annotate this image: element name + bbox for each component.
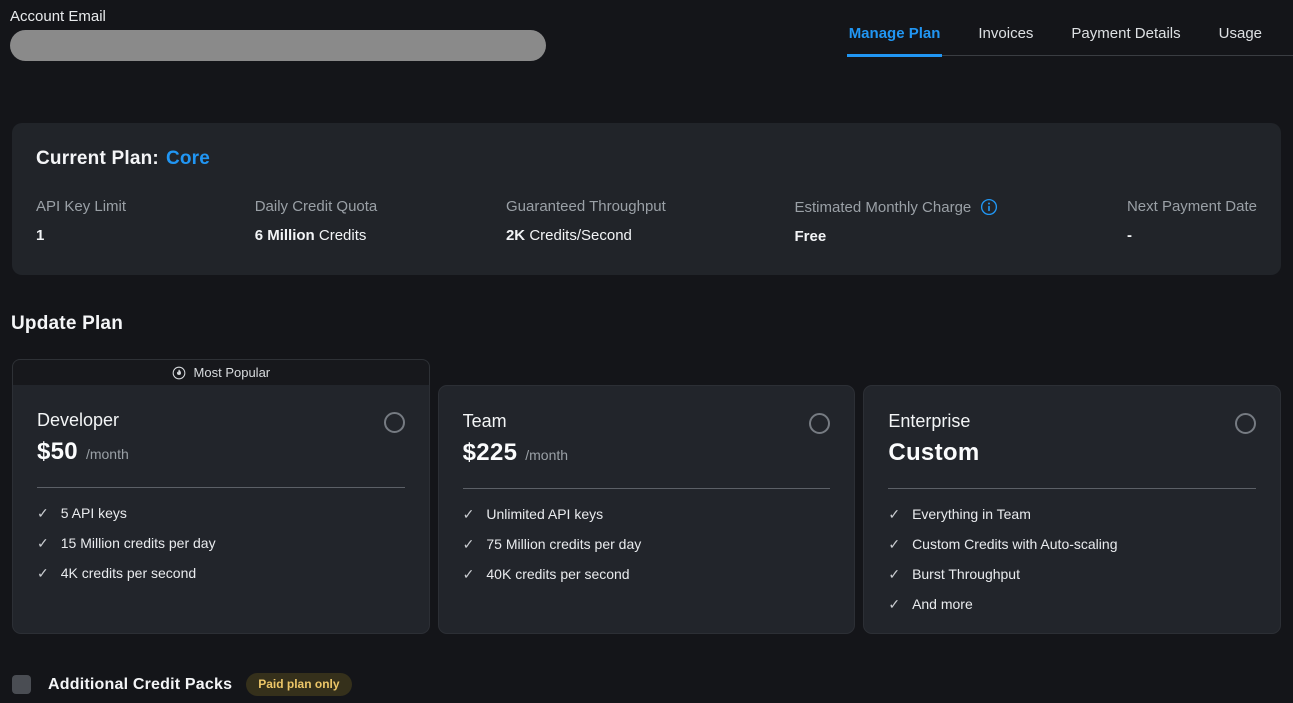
check-icon: ✓ (37, 536, 49, 550)
check-icon: ✓ (37, 566, 49, 580)
check-icon: ✓ (888, 567, 900, 581)
stat-estimated-monthly-charge: Estimated Monthly Charge Free (795, 198, 999, 245)
current-plan-heading: Current Plan: Core (36, 148, 1257, 170)
plan-card-enterprise-body[interactable]: Enterprise Custom ✓Everything in Team ✓C… (863, 385, 1281, 634)
top-bar: Account Email Manage Plan Invoices Payme… (0, 0, 1293, 61)
stat-value: 6 Million (255, 227, 315, 244)
plan-name: Enterprise (888, 411, 987, 432)
plan-radio-developer[interactable] (384, 412, 405, 433)
current-plan-title: Current Plan: (36, 148, 159, 169)
stat-label: API Key Limit (36, 198, 126, 215)
plan-period: /month (525, 447, 568, 463)
feature-item: ✓15 Million credits per day (37, 535, 405, 551)
check-icon: ✓ (463, 537, 475, 551)
check-icon: ✓ (37, 506, 49, 520)
plan-features: ✓Everything in Team ✓Custom Credits with… (888, 506, 1256, 612)
account-email-value-redacted (10, 30, 546, 61)
plan-card-team-body[interactable]: Team $225 /month ✓Unlimited API keys ✓75… (438, 385, 856, 634)
divider (888, 488, 1256, 489)
plan-features: ✓5 API keys ✓15 Million credits per day … (37, 505, 405, 581)
current-plan-stats: API Key Limit 1 Daily Credit Quota 6 Mil… (36, 198, 1257, 245)
plan-card-developer-body[interactable]: Developer $50 /month ✓5 API keys ✓15 Mil… (12, 385, 430, 634)
feature-item: ✓75 Million credits per day (463, 536, 831, 552)
plan-price: $50 (37, 438, 78, 466)
stat-value: 2K (506, 227, 525, 244)
credit-packs-checkbox[interactable] (12, 675, 31, 694)
plan-price: Custom (888, 439, 979, 467)
plan-period: /month (86, 446, 129, 462)
plan-cards-row: Most Popular Developer $50 /month ✓5 API… (12, 359, 1281, 634)
check-icon: ✓ (463, 567, 475, 581)
flame-badge-icon (172, 366, 186, 380)
plan-radio-team[interactable] (809, 413, 830, 434)
additional-credit-packs-row: Additional Credit Packs Paid plan only (12, 673, 1293, 696)
stat-daily-credit-quota: Daily Credit Quota 6 Million Credits (255, 198, 378, 245)
stat-label: Estimated Monthly Charge (795, 199, 972, 216)
check-icon: ✓ (888, 507, 900, 521)
credit-packs-label: Additional Credit Packs (48, 676, 232, 694)
tab-usage[interactable]: Usage (1217, 25, 1264, 55)
divider (463, 488, 831, 489)
stat-label: Guaranteed Throughput (506, 198, 666, 215)
plan-name: Team (463, 411, 568, 432)
stat-value: 1 (36, 227, 44, 244)
feature-item: ✓Custom Credits with Auto-scaling (888, 536, 1256, 552)
plan-card-enterprise: Enterprise Custom ✓Everything in Team ✓C… (863, 385, 1281, 634)
feature-item: ✓4K credits per second (37, 565, 405, 581)
current-plan-card: Current Plan: Core API Key Limit 1 Daily … (12, 123, 1281, 275)
plan-name: Developer (37, 410, 129, 431)
stat-label: Daily Credit Quota (255, 198, 378, 215)
stat-api-key-limit: API Key Limit 1 (36, 198, 126, 245)
feature-item: ✓Unlimited API keys (463, 506, 831, 522)
feature-item: ✓Burst Throughput (888, 566, 1256, 582)
update-plan-heading: Update Plan (11, 313, 1293, 335)
stat-value: Free (795, 228, 827, 245)
check-icon: ✓ (888, 537, 900, 551)
feature-item: ✓Everything in Team (888, 506, 1256, 522)
account-email-label: Account Email (10, 8, 546, 25)
tab-manage-plan[interactable]: Manage Plan (847, 25, 943, 57)
check-icon: ✓ (463, 507, 475, 521)
feature-item: ✓5 API keys (37, 505, 405, 521)
check-icon: ✓ (888, 597, 900, 611)
plan-card-team: Team $225 /month ✓Unlimited API keys ✓75… (438, 385, 856, 634)
tab-payment-details[interactable]: Payment Details (1069, 25, 1182, 55)
feature-item: ✓And more (888, 596, 1256, 612)
stat-label: Next Payment Date (1127, 198, 1257, 215)
plan-card-developer: Most Popular Developer $50 /month ✓5 API… (12, 359, 430, 634)
billing-tabs: Manage Plan Invoices Payment Details Usa… (847, 0, 1293, 56)
account-email-block: Account Email (0, 0, 546, 61)
plan-features: ✓Unlimited API keys ✓75 Million credits … (463, 506, 831, 582)
current-plan-name: Core (166, 148, 210, 169)
stat-value: - (1127, 227, 1132, 244)
plan-radio-enterprise[interactable] (1235, 413, 1256, 434)
info-icon[interactable] (980, 198, 998, 216)
stat-next-payment-date: Next Payment Date - (1127, 198, 1257, 245)
stat-guaranteed-throughput: Guaranteed Throughput 2K Credits/Second (506, 198, 666, 245)
tab-invoices[interactable]: Invoices (976, 25, 1035, 55)
most-popular-banner: Most Popular (12, 359, 430, 385)
divider (37, 487, 405, 488)
plan-price: $225 (463, 439, 518, 467)
paid-plan-only-badge: Paid plan only (246, 673, 351, 696)
feature-item: ✓40K credits per second (463, 566, 831, 582)
most-popular-label: Most Popular (194, 365, 271, 380)
